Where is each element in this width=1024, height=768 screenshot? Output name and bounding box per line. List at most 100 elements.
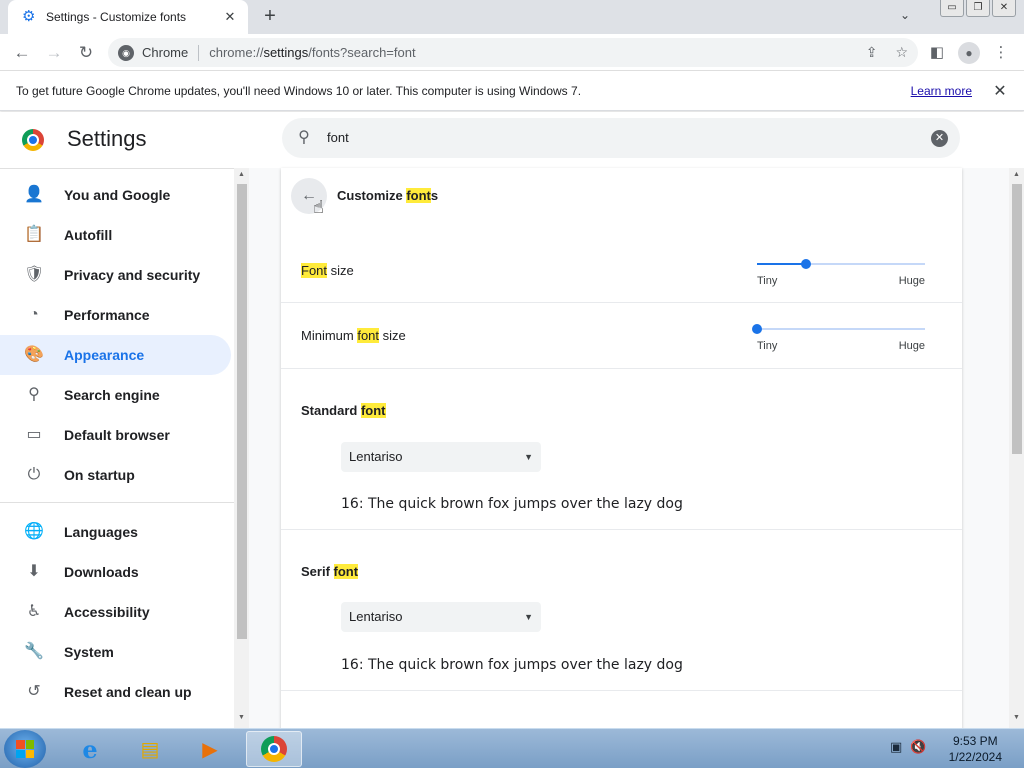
font-size-slider[interactable]: Tiny Huge [757,256,925,287]
serif-font-select[interactable]: Lentariso ▼ [341,602,541,632]
download-icon: ⬇ [27,563,41,580]
tab-search-icon[interactable]: ⌄ [896,8,914,26]
sidebar-item-downloads[interactable]: ⬇ Downloads [0,552,231,592]
sidebar-item-autofill[interactable]: 📋 Autofill [0,215,231,255]
sidebar-item-label: System [64,644,114,660]
network-icon[interactable]: ▣ [890,739,902,755]
back-arrow-icon[interactable]: ← [10,41,34,65]
close-tab-icon[interactable]: ✕ [222,9,238,25]
search-icon: ⚲ [28,386,40,403]
page-title: Settings [67,126,147,151]
sidebar-item-reset[interactable]: ↺ Reset and clean up [0,672,231,712]
clipboard-icon: 📋 [24,226,44,243]
sidepanel-icon[interactable]: ◧ [926,42,948,64]
sidebar-item-appearance[interactable]: 🎨 Appearance [0,335,231,375]
slider-track [757,328,925,330]
slider-max-label: Huge [898,340,925,352]
close-window-button[interactable]: ✕ [992,0,1016,17]
forward-arrow-icon[interactable]: → [42,41,66,65]
sidebar-item-label: Search engine [64,387,160,403]
dropdown-arrow-icon: ▼ [524,452,533,462]
chrome-icon[interactable] [246,731,302,767]
internet-explorer-icon[interactable]: e [62,731,118,767]
sidebar-item-performance[interactable]: ◔ Performance [0,295,231,335]
standard-font-select[interactable]: Lentariso ▼ [341,442,541,472]
sidebar-scroll-thumb[interactable] [237,184,247,639]
clear-search-icon[interactable]: ✕ [931,130,948,147]
shield-icon: 🛡 [24,266,45,283]
tab-title: Settings - Customize fonts [46,10,187,24]
serif-font-value: Lentariso [349,609,403,624]
slider-fill [757,263,806,265]
sidebar-item-system[interactable]: 🔧 System [0,632,231,672]
address-bar[interactable]: ◉ Chrome chrome://settings/fonts?search=… [108,38,918,67]
sidebar-item-languages[interactable]: 🌐 Languages [0,512,231,552]
address-divider [198,44,200,61]
slider-knob[interactable] [800,259,811,269]
search-value[interactable]: font [327,130,349,145]
infobar-message: To get future Google Chrome updates, you… [16,83,582,98]
site-chip: Chrome [142,45,189,60]
scroll-up-arrow-icon[interactable]: ▲ [237,171,246,178]
start-button[interactable] [4,730,46,768]
sidebar-item-on-startup[interactable]: ⏻ On startup [0,455,231,495]
sidebar-item-default-browser[interactable]: ▭ Default browser [0,415,231,455]
sidebar-scrollbar[interactable]: ▲ ▼ [234,168,249,728]
scroll-down-arrow-icon[interactable]: ▼ [237,714,246,721]
clock-time: 9:53 PM [952,734,998,748]
new-tab-button[interactable]: + [259,5,281,27]
sidebar-divider [0,502,234,503]
url-text: chrome://settings/fonts?search=font [209,45,416,60]
hand-cursor-icon: ☝ [313,197,324,217]
clock-date: 1/22/2024 [948,750,1002,764]
settings-search-input[interactable]: ⚲ font ✕ [282,118,960,158]
star-icon[interactable]: ☆ [895,44,908,61]
profile-icon[interactable]: ● [958,42,980,64]
windows-logo-icon [16,740,34,758]
main-scrollbar[interactable]: ▲ ▼ [1009,168,1024,728]
row-divider [281,302,962,303]
standard-font-value: Lentariso [349,449,403,464]
sidebar-item-label: On startup [64,467,135,483]
minimize-button[interactable]: ▭ [940,0,964,17]
wrench-icon: 🔧 [24,643,44,660]
sidebar-item-label: Reset and clean up [64,684,192,700]
sidebar-item-label: Privacy and security [64,267,201,283]
standard-font-preview: 16: The quick brown fox jumps over the l… [341,496,683,512]
minimum-font-size-slider[interactable]: Tiny Huge [752,321,925,352]
row-divider [281,529,962,530]
tab-settings[interactable]: ⚙ Settings - Customize fonts ✕ [8,0,248,34]
volume-muted-icon[interactable]: 🔇 [910,739,926,755]
menu-icon[interactable]: ⋮ [990,42,1012,64]
restore-button[interactable]: ❐ [966,0,990,17]
sidebar-item-label: You and Google [64,187,171,203]
close-infobar-icon[interactable]: ✕ [990,81,1010,101]
clock[interactable]: 9:53 PM 1/22/2024 [949,733,1002,765]
main-scroll-thumb[interactable] [1012,184,1022,454]
search-icon: ⚲ [298,129,310,146]
slider-min-label: Tiny [757,340,778,352]
sidebar-item-you-and-google[interactable]: 👤 You and Google [0,175,231,215]
settings-sidebar: 👤 You and Google 📋 Autofill 🛡 Privacy an… [0,168,234,728]
row-divider [281,690,962,691]
share-icon[interactable]: ⇪ [866,44,878,61]
learn-more-link[interactable]: Learn more [911,84,972,98]
file-explorer-icon[interactable]: ▤ [122,731,178,767]
standard-font-label: Standard font [301,403,386,418]
scroll-up-arrow-icon[interactable]: ▲ [1012,171,1021,178]
media-player-icon[interactable]: ▶ [182,731,238,767]
reload-icon[interactable]: ↻ [74,41,98,65]
slider-knob[interactable] [752,324,762,334]
history-icon: ↺ [27,683,41,700]
scroll-down-arrow-icon[interactable]: ▼ [1012,714,1021,721]
sidebar-item-search-engine[interactable]: ⚲ Search engine [0,375,231,415]
update-infobar: To get future Google Chrome updates, you… [0,71,1024,111]
sidebar-item-privacy[interactable]: 🛡 Privacy and security [0,255,231,295]
serif-font-label: Serif font [301,564,359,579]
browser-icon: ▭ [26,426,42,443]
sidebar-item-accessibility[interactable]: ♿ Accessibility [0,592,231,632]
speedometer-icon: ◔ [29,306,39,323]
browser-toolbar: ← → ↻ ◉ Chrome chrome://settings/fonts?s… [0,34,1024,71]
gear-icon: ⚙ [22,8,36,25]
power-icon: ⏻ [27,466,41,483]
